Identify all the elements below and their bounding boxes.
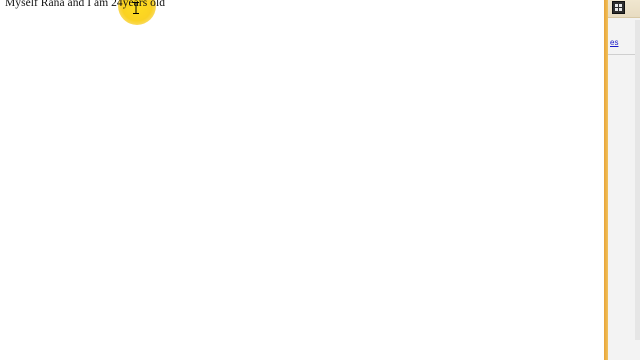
grid-icon: [615, 4, 622, 11]
page-text: Myself Rana and I am 24years old: [5, 0, 165, 9]
page-body: Myself Rana and I am 24years old: [0, 0, 604, 360]
side-panel-link[interactable]: es: [610, 38, 618, 47]
side-panel-scrollbar[interactable]: [635, 20, 640, 340]
grid-button[interactable]: [612, 1, 625, 14]
side-panel: es: [608, 0, 640, 360]
text-cursor-icon: [133, 2, 139, 14]
side-panel-header: [608, 0, 640, 18]
